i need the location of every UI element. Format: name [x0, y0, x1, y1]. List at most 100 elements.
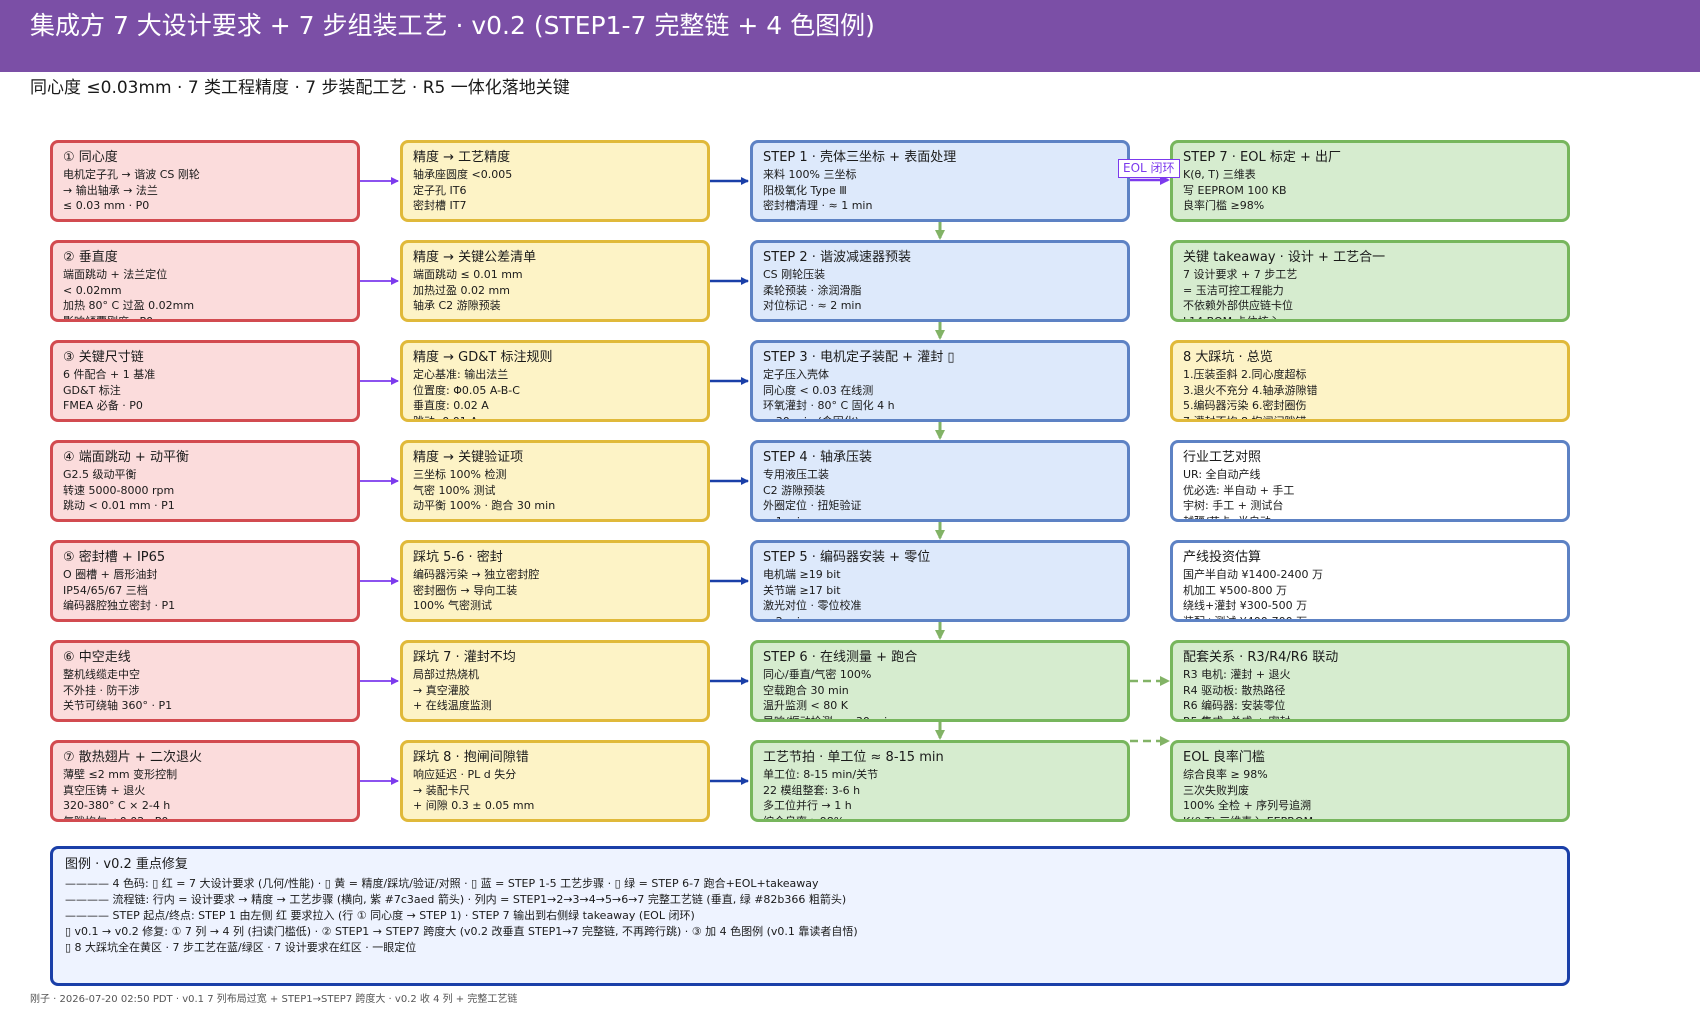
- card-line: 三次失败判废: [1183, 783, 1249, 797]
- card-line: R6 编码器: 安装零位: [1183, 699, 1286, 712]
- card-line: 关节可绕轴 360° · P1: [63, 699, 173, 712]
- card-line: 多工位并行 → 1 h: [763, 799, 852, 812]
- card-title: ⑤ 密封槽 + IP65: [63, 550, 166, 565]
- card-line: → 输出轴承 → 法兰: [63, 183, 158, 197]
- takeaway-card: 8 大踩坑 · 总览 1.压装歪斜 2.同心度超标 3.退火不充分 4.轴承游隙错 5…: [1170, 340, 1570, 422]
- card-line: GD&T 标注: [63, 383, 121, 397]
- card-title: STEP 4 · 轴承压装: [763, 450, 873, 465]
- card-line: 密封槽清理 · ≈ 1 min: [763, 199, 873, 212]
- step-card: STEP 5 · 编码器安装 + 零位 电机端 ≥19 bit 关节端 ≥17 bi…: [750, 540, 1130, 622]
- card-title: 精度 → 关键验证项: [413, 450, 524, 465]
- card-line: 空载跑合 30 min: [763, 683, 849, 697]
- card-line: 1.压装歪斜 2.同心度超标: [1183, 368, 1307, 381]
- card-line: 22 模组整套: 3-6 h: [763, 783, 861, 797]
- card-line: 综合良率 ≥98%: [763, 814, 845, 822]
- precision-card: 精度 → 工艺精度 轴承座圆度 <0.005 定子孔 IT6 密封槽 IT7: [400, 140, 710, 222]
- card-line: UR: 全自动产线: [1183, 468, 1261, 481]
- card-line: 6 件配合 + 1 基准: [63, 368, 156, 381]
- card-line: 编码器污染 → 独立密封腔: [413, 568, 540, 581]
- card-line: ≈ 1 min: [763, 514, 807, 522]
- card-line: IP54/65/67 三档: [63, 583, 148, 597]
- card-line: 良率门槛 ≥98%: [1183, 199, 1265, 212]
- card-line: 优必选: 半自动 + 手工: [1183, 483, 1295, 497]
- card-line: 柔轮预装 · 涂润滑脂: [763, 283, 862, 297]
- card-line: 环氧灌封 · 80° C 固化 4 h: [763, 399, 895, 412]
- legend-line: ———— 流程链: 行内 = 设计要求 → 精度 → 工艺步骤 (横向, 紫 #…: [65, 893, 847, 906]
- card-line: 越疆/节卡: 半自动: [1183, 514, 1271, 522]
- card-line: 5.编码器污染 6.密封圈伤: [1183, 399, 1307, 412]
- card-line: 影响倾覆刚度 · P0: [63, 314, 154, 322]
- card-line: 定子孔 IT6: [413, 183, 467, 197]
- card-line: 整机线缆走中空: [63, 668, 140, 681]
- legend-title: 图例 · v0.2 重点修复: [65, 857, 188, 872]
- card-line: 关节端 ≥17 bit: [763, 583, 841, 597]
- card-line: L14 BOM 卡住核心: [1183, 314, 1280, 322]
- takeaway-card: EOL 良率门槛 综合良率 ≥ 98% 三次失败判废 100% 全检 + 序列号追溯 K…: [1170, 740, 1570, 822]
- card-line: 7 设计要求 + 7 步工艺: [1183, 268, 1298, 281]
- card-line: 阳极氧化 Type Ⅲ: [763, 183, 847, 197]
- takeaway-card: 关键 takeaway · 设计 + 工艺合一 7 设计要求 + 7 步工艺 = 玉…: [1170, 240, 1570, 322]
- card-line: 国产半自动 ¥1400-2400 万: [1183, 568, 1323, 581]
- card-line: 综合良率 ≥ 98%: [1183, 768, 1268, 781]
- step-card: STEP 2 · 谐波减速器预装 CS 刚轮压装柔轮预装 · 涂润滑脂 对位标记 ·…: [750, 240, 1130, 322]
- precision-card: 精度 → 关键验证项 三坐标 100% 检测 气密 100% 测试 动平衡 100% …: [400, 440, 710, 522]
- requirement-card: ⑦ 散热翅片 + 二次退火 薄壁 ≤2 mm 变形控制 真空压铸 + 退火 320-3…: [50, 740, 360, 822]
- card-line: C2 游隙预装: [763, 483, 826, 497]
- card-title: STEP 3 · 电机定子装配 + 灌封 ▯: [763, 350, 955, 365]
- legend-line: ▯ 8 大踩坑全在黄区 · 7 步工艺在蓝/绿区 · 7 设计要求在红区 · 一…: [65, 941, 417, 954]
- requirement-card: ① 同心度 电机定子孔 → 谐波 CS 刚轮 → 输出轴承 → 法兰 ≤ 0.03 m…: [50, 140, 360, 222]
- card-title: 踩坑 8 · 抱闸间隙错: [413, 750, 529, 765]
- requirement-card: ⑥ 中空走线 整机线缆走中空 不外挂 · 防干涉 关节可绕轴 360° · P1: [50, 640, 360, 722]
- card-line: 写 EEPROM 100 KB: [1183, 183, 1287, 197]
- legend-line: ▯ v0.1 → v0.2 修复: ① 7 列 → 4 列 (扫读门槛低) · …: [65, 925, 858, 938]
- card-title: STEP 6 · 在线测量 + 跑合: [763, 650, 918, 665]
- card-line: 同心/垂直/气密 100%: [763, 668, 872, 681]
- card-line: 真空压铸 + 退火: [63, 783, 146, 797]
- card-line: 单工位: 8-15 min/关节: [763, 768, 879, 781]
- step-card: 工艺节拍 · 单工位 ≈ 8-15 min 单工位: 8-15 min/关节 22 …: [750, 740, 1130, 822]
- card-line: CS 刚轮压装: [763, 268, 826, 281]
- card-line: 三坐标 100% 检测: [413, 468, 507, 481]
- card-line: 对位标记 · ≈ 2 min: [763, 299, 862, 312]
- card-line: 响应延迟 · PL d 失分: [413, 768, 517, 781]
- card-line: 100% 全检 + 序列号追溯: [1183, 799, 1312, 812]
- card-line: 加热过盈 0.02 mm: [413, 283, 510, 297]
- precision-card: 踩坑 8 · 抱闸间隙错 响应延迟 · PL d 失分 → 装配卡尺 + 间隙 0.3…: [400, 740, 710, 822]
- card-line: 来料 100% 三坐标: [763, 168, 857, 181]
- card-line: G2.5 级动平衡: [63, 468, 137, 481]
- card-title: STEP 2 · 谐波减速器预装: [763, 250, 912, 265]
- card-line: 动平衡 100% · 跑合 30 min: [413, 499, 556, 512]
- card-line: 轴承 C2 游隙预装: [413, 299, 501, 312]
- card-title: STEP 1 · 壳体三坐标 + 表面处理: [763, 150, 957, 165]
- card-title: ② 垂直度: [63, 250, 118, 265]
- card-line: 局部过热烧机: [413, 668, 479, 681]
- step-card: STEP 4 · 轴承压装 专用液压工装 C2 游隙预装 外圈定位 · 扭矩验证 ≈ 1…: [750, 440, 1130, 522]
- legend-line: ———— 4 色码: ▯ 红 = 7 大设计要求 (几何/性能) · ▯ 黄 =…: [65, 877, 819, 890]
- card-line: 专用液压工装: [763, 468, 829, 481]
- card-line: 垂直度: 0.02 A: [413, 399, 489, 412]
- eol-loop-tag: EOL 闭环: [1118, 159, 1180, 178]
- takeaway-card: 行业工艺对照 UR: 全自动产线 优必选: 半自动 + 手工 宇树: 手工 + 测试台…: [1170, 440, 1570, 522]
- footer-note: 刚子 · 2026-07-20 02:50 PDT · v0.1 7 列布局过宽…: [30, 994, 518, 1005]
- card-line: 320-380° C × 2-4 h: [63, 799, 171, 812]
- card-line: 不依赖外部供应链卡位: [1183, 299, 1293, 312]
- card-title: 精度 → 关键公差清单: [413, 250, 537, 265]
- card-title: ⑦ 散热翅片 + 二次退火: [63, 750, 202, 765]
- card-line: < 0.02mm: [63, 283, 122, 297]
- card-line: 薄壁 ≤2 mm 变形控制: [63, 768, 178, 781]
- card-line: 密封圈伤 → 导向工装: [413, 583, 518, 597]
- card-line: 编码器腔独立密封 · P1: [63, 599, 176, 612]
- card-line: 密封槽 IT7: [413, 199, 467, 212]
- card-title: 配套关系 · R3/R4/R6 联动: [1183, 650, 1339, 665]
- card-line: 激光对位 · 零位校准: [763, 599, 862, 612]
- card-line: 温升监测 < 80 K: [763, 699, 848, 712]
- precision-card: 踩坑 5-6 · 密封 编码器污染 → 独立密封腔 密封圈伤 → 导向工装 100% …: [400, 540, 710, 622]
- card-line: 7.灌封不均 8.抱闸间隙错: [1183, 414, 1307, 422]
- precision-card: 踩坑 7 · 灌封不均 局部过热烧机 → 真空灌胶 + 在线温度监测: [400, 640, 710, 722]
- takeaway-card: 产线投资估算 国产半自动 ¥1400-2400 万机加工 ¥500-800 万绕线…: [1170, 540, 1570, 622]
- card-line: 3.退火不充分 4.轴承游隙错: [1183, 383, 1318, 397]
- card-title: 8 大踩坑 · 总览: [1183, 350, 1273, 365]
- card-line: 轴承座圆度 <0.005: [413, 168, 513, 181]
- card-line: 端面跳动 + 法兰定位: [63, 268, 168, 281]
- card-title: ④ 端面跳动 + 动平衡: [63, 450, 189, 465]
